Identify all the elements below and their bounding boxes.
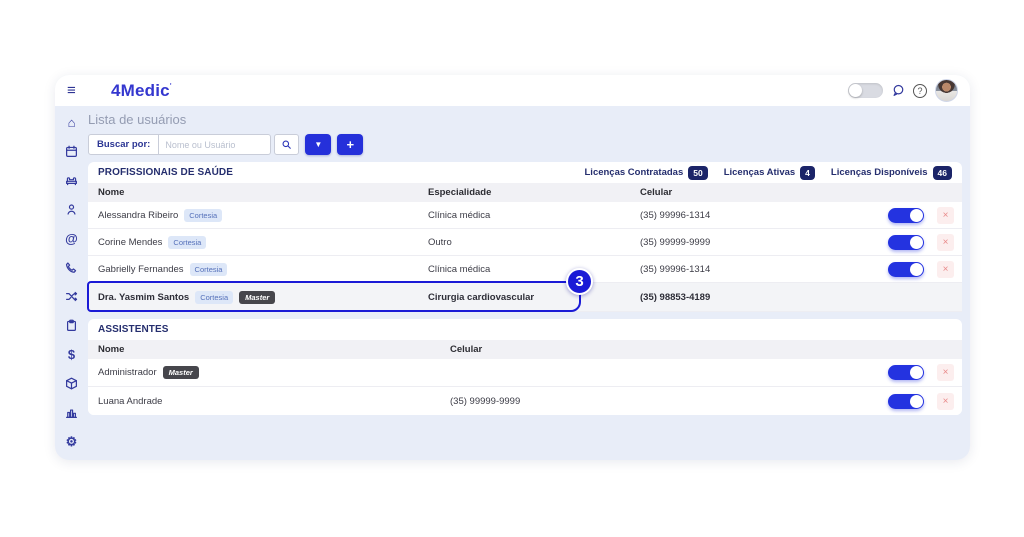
user-name: Dra. Yasmim Santos <box>98 292 189 303</box>
app-logo: 4Medic' <box>111 81 172 101</box>
status-toggle[interactable] <box>888 262 924 277</box>
licenses-available-badge: 46 <box>933 166 952 180</box>
col-header-phone: Celular <box>640 187 868 198</box>
status-toggle[interactable] <box>888 208 924 223</box>
toggle-knob <box>910 209 923 222</box>
user-phone: (35) 99996-1314 <box>640 264 868 275</box>
table-row: Corine Mendes Cortesia Outro (35) 99999-… <box>88 229 962 256</box>
logo-trademark: ' <box>170 81 172 91</box>
search-button[interactable] <box>274 134 299 155</box>
user-specialty: Cirurgia cardiovascular <box>428 292 640 303</box>
licenses-available: Licenças Disponíveis 46 <box>831 166 952 180</box>
table-row: Gabrielly Fernandes Cortesia Clínica méd… <box>88 256 962 283</box>
toggle-knob <box>910 263 923 276</box>
app-window: ≡ 4Medic' ? ⌂ @ $ <box>55 75 970 460</box>
user-phone: (35) 99996-1314 <box>640 210 868 221</box>
user-phone: (35) 99999-9999 <box>450 396 868 407</box>
add-user-button[interactable]: + <box>337 134 363 155</box>
cortesia-badge: Cortesia <box>195 291 233 304</box>
licenses-contracted-label: Licenças Contratadas <box>585 167 684 178</box>
delete-button[interactable]: × <box>937 364 954 381</box>
menu-icon[interactable]: ≡ <box>67 82 87 99</box>
person-icon[interactable] <box>65 202 79 216</box>
user-phone: (35) 99999-9999 <box>640 237 868 248</box>
toggle-knob <box>849 84 862 97</box>
user-name: Luana Andrade <box>98 396 162 407</box>
master-badge: Master <box>163 366 199 379</box>
professionals-title: PROFISSIONAIS DE SAÚDE <box>98 167 233 178</box>
status-toggle[interactable] <box>888 394 924 409</box>
home-icon[interactable]: ⌂ <box>65 115 79 129</box>
main-content: Lista de usuários Buscar por: ▼ + PROFIS… <box>88 106 962 415</box>
table-row-highlighted: Dra. Yasmim Santos Cortesia Master Cirur… <box>88 283 962 312</box>
toggle-knob <box>910 395 923 408</box>
col-header-phone: Celular <box>450 344 868 355</box>
user-specialty: Outro <box>428 237 640 248</box>
gear-icon[interactable]: ⚙ <box>65 434 79 448</box>
dollar-icon[interactable]: $ <box>65 347 79 361</box>
user-phone: (35) 98853-4189 <box>640 292 868 303</box>
delete-button[interactable]: × <box>937 207 954 224</box>
licenses-available-label: Licenças Disponíveis <box>831 167 928 178</box>
col-header-name: Nome <box>98 187 428 198</box>
license-summary: Licenças Contratadas 50 Licenças Ativas … <box>585 166 953 180</box>
licenses-contracted-badge: 50 <box>688 166 707 180</box>
header-toggle[interactable] <box>848 83 883 98</box>
assistants-card: ASSISTENTES Nome Celular Administrador M… <box>88 319 962 415</box>
professionals-card-header: PROFISSIONAIS DE SAÚDE Licenças Contrata… <box>88 162 962 183</box>
logo-text: 4Medic <box>111 81 170 100</box>
licenses-active-badge: 4 <box>800 166 815 180</box>
phone-icon[interactable] <box>65 260 79 274</box>
shuffle-icon[interactable] <box>65 289 79 303</box>
table-row: Administrador Master × <box>88 359 962 387</box>
user-specialty: Clínica médica <box>428 264 640 275</box>
user-name: Gabrielly Fernandes <box>98 264 184 275</box>
cortesia-badge: Cortesia <box>168 236 206 249</box>
clipboard-icon[interactable] <box>65 318 79 332</box>
master-badge: Master <box>239 291 275 304</box>
user-specialty: Clínica médica <box>428 210 640 221</box>
status-toggle[interactable] <box>888 235 924 250</box>
user-name: Administrador <box>98 367 157 378</box>
toggle-knob <box>910 366 923 379</box>
professionals-table-header: Nome Especialidade Celular <box>88 183 962 202</box>
couch-icon[interactable] <box>65 173 79 187</box>
at-sign-icon[interactable]: @ <box>65 231 79 245</box>
cortesia-badge: Cortesia <box>184 209 222 222</box>
search-toolbar: Buscar por: ▼ + <box>88 134 962 155</box>
chat-icon[interactable] <box>891 84 905 98</box>
user-name: Corine Mendes <box>98 237 162 248</box>
search-label: Buscar por: <box>88 134 159 155</box>
search-icon <box>281 139 292 150</box>
delete-button[interactable]: × <box>937 261 954 278</box>
licenses-contracted: Licenças Contratadas 50 <box>585 166 708 180</box>
user-avatar[interactable] <box>935 79 958 102</box>
professionals-card: PROFISSIONAIS DE SAÚDE Licenças Contrata… <box>88 162 962 312</box>
chart-icon[interactable] <box>65 405 79 419</box>
page-title: Lista de usuários <box>88 112 962 127</box>
help-icon[interactable]: ? <box>913 84 927 98</box>
table-row: Luana Andrade (35) 99999-9999 × <box>88 387 962 415</box>
assistants-card-header: ASSISTENTES <box>88 319 962 340</box>
toggle-knob <box>910 236 923 249</box>
sidebar-nav: ⌂ @ $ ⚙ <box>55 106 88 460</box>
col-header-name: Nome <box>98 344 450 355</box>
package-icon[interactable] <box>65 376 79 390</box>
licenses-active-label: Licenças Ativas <box>724 167 795 178</box>
top-header-bar: ≡ 4Medic' ? <box>55 75 970 106</box>
licenses-active: Licenças Ativas 4 <box>724 166 815 180</box>
delete-button[interactable]: × <box>937 393 954 410</box>
user-name: Alessandra Ribeiro <box>98 210 178 221</box>
filter-button[interactable]: ▼ <box>305 134 331 155</box>
assistants-title: ASSISTENTES <box>98 324 169 335</box>
calendar-icon[interactable] <box>65 144 79 158</box>
table-row: Alessandra Ribeiro Cortesia Clínica médi… <box>88 202 962 229</box>
cortesia-badge: Cortesia <box>190 263 228 276</box>
search-input[interactable] <box>159 134 271 155</box>
assistants-table-header: Nome Celular <box>88 340 962 359</box>
status-toggle[interactable] <box>888 365 924 380</box>
col-header-specialty: Especialidade <box>428 187 640 198</box>
delete-button[interactable]: × <box>937 234 954 251</box>
